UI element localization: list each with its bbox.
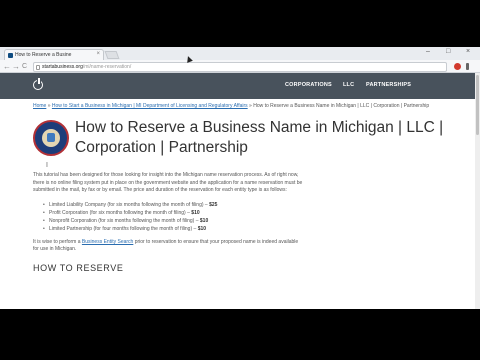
michigan-seal-icon <box>33 120 69 156</box>
text-cursor-icon: I <box>46 162 48 169</box>
nav-llc[interactable]: LLC <box>343 82 354 88</box>
business-entity-search-link[interactable]: Business Entity Search <box>82 239 133 245</box>
fee-text: Limited Partnership (for four months fol… <box>49 225 198 232</box>
fee-price: $10 <box>199 217 209 224</box>
chrome-menu-icon[interactable] <box>466 63 469 70</box>
tab-close-icon[interactable]: × <box>96 51 100 57</box>
fee-price: $25 <box>209 201 218 208</box>
page-info-icon <box>36 65 40 70</box>
scrollbar-thumb[interactable] <box>476 75 479 135</box>
minimize-button[interactable]: – <box>426 48 430 55</box>
site-header: CORPORATIONS LLC PARTNERSHIPS <box>0 73 480 99</box>
page-scrollbar[interactable] <box>475 73 480 309</box>
list-item: Limited Liability Company (for six month… <box>43 201 447 209</box>
forward-button[interactable]: → <box>12 62 20 71</box>
url-domain: startabusiness.org <box>42 64 83 70</box>
page-title: How to Reserve a Business Name in Michig… <box>75 119 444 156</box>
tab-title: How to Reserve a Busine <box>15 52 72 58</box>
list-item: Profit Corporation (for six months follo… <box>43 209 447 217</box>
browser-tab[interactable]: How to Reserve a Busine × <box>4 49 104 60</box>
section-heading: HOW TO RESERVE <box>33 262 124 273</box>
back-button[interactable]: ← <box>3 62 11 71</box>
fee-text: Limited Liability Company (for six month… <box>49 201 210 208</box>
url-path: /mi/name-reservation/ <box>82 64 132 70</box>
new-tab-button[interactable] <box>104 51 120 59</box>
fee-list: Limited Liability Company (for six month… <box>43 201 447 233</box>
breadcrumb-home[interactable]: Home <box>33 103 46 109</box>
fee-price: $10 <box>191 209 200 216</box>
close-window-button[interactable]: × <box>466 48 470 55</box>
fee-price: $10 <box>197 225 207 232</box>
breadcrumb-parent[interactable]: How to Start a Business in Michigan | MI… <box>52 103 248 109</box>
advice-paragraph: It is wise to perform a Business Entity … <box>33 239 303 254</box>
tab-strip: How to Reserve a Busine × – □ × <box>0 47 480 60</box>
advice-text: It is wise to perform a <box>33 238 82 245</box>
breadcrumb: Home » How to Start a Business in Michig… <box>33 99 447 110</box>
nav-partnerships[interactable]: PARTNERSHIPS <box>366 82 411 88</box>
main-content: Home » How to Start a Business in Michig… <box>33 99 447 273</box>
fee-text: Profit Corporation (for six months follo… <box>49 209 192 216</box>
list-item: Limited Partnership (for four months fol… <box>43 225 447 233</box>
maximize-button[interactable]: □ <box>446 48 450 55</box>
breadcrumb-current: How to Reserve a Business Name in Michig… <box>253 103 430 109</box>
power-logo-icon[interactable] <box>33 78 43 90</box>
address-bar[interactable]: startabusiness.org/mi/name-reservation/ <box>33 62 447 72</box>
fee-text: Nonprofit Corporation (for six months fo… <box>49 217 200 224</box>
title-row: How to Reserve a Business Name in Michig… <box>33 118 447 170</box>
list-item: Nonprofit Corporation (for six months fo… <box>43 217 447 225</box>
reload-button[interactable]: C <box>22 62 27 71</box>
favicon-icon <box>8 53 13 58</box>
intro-paragraph: This tutorial has been designed for thos… <box>33 172 303 194</box>
browser-window: How to Reserve a Busine × – □ × ← → C st… <box>0 47 480 309</box>
browser-toolbar: ← → C startabusiness.org/mi/name-reserva… <box>0 60 480 73</box>
nav-corporations[interactable]: CORPORATIONS <box>285 82 332 88</box>
opera-extension-icon[interactable] <box>454 63 461 70</box>
